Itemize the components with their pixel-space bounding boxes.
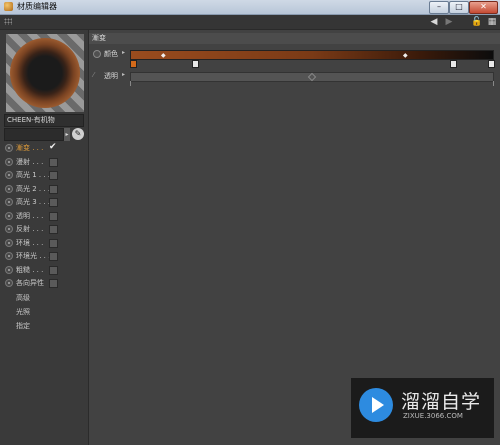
gradient-knot-icon[interactable]: ◆: [403, 52, 408, 59]
close-button[interactable]: ✕: [469, 1, 498, 14]
maximize-button[interactable]: □: [449, 1, 469, 14]
gradient-marker[interactable]: [130, 60, 137, 68]
channel-radio[interactable]: [5, 198, 13, 206]
title-bar: 材质编辑器 – □ ✕: [0, 0, 500, 15]
channel-checkbox[interactable]: [49, 279, 58, 288]
channel-radio[interactable]: [5, 265, 13, 274]
channel-label: 透明 . . .: [16, 211, 44, 220]
channel-radio[interactable]: [5, 211, 13, 220]
gradient-marker[interactable]: [488, 60, 495, 68]
back-arrow-icon[interactable]: ◀: [428, 16, 440, 28]
channel-ambient[interactable]: 环境光 . . .: [3, 250, 85, 262]
menu-item-assign[interactable]: 指定: [3, 320, 85, 332]
channel-checkbox[interactable]: [49, 265, 58, 275]
material-name[interactable]: CHEEN-有机物: [4, 114, 84, 127]
channel-checkbox[interactable]: [49, 211, 58, 221]
channel-radio[interactable]: [5, 252, 13, 260]
channel-radio[interactable]: [5, 238, 13, 247]
drag-grip-icon[interactable]: [4, 18, 12, 25]
transparency-icon: ⁄: [93, 71, 95, 79]
menu-item-label: 光照: [16, 308, 30, 316]
channel-specular-1[interactable]: 高光 1 . . .: [3, 169, 85, 181]
color-expand-arrow-icon[interactable]: ▸: [122, 49, 125, 56]
menu-item-label: 高级: [16, 294, 30, 302]
channel-environment[interactable]: 环境 . . .: [3, 237, 85, 249]
channel-reflection[interactable]: 反射 . . .: [3, 223, 85, 235]
transparency-expand-arrow-icon[interactable]: ▸: [122, 71, 125, 78]
transparency-label: 透明: [104, 72, 118, 80]
channel-label: 高光 2 . . .: [16, 184, 51, 193]
channel-checkbox[interactable]: [49, 238, 58, 248]
picker-icon[interactable]: ✎: [72, 128, 84, 140]
channel-radio[interactable]: [5, 144, 13, 152]
watermark: 溜溜自学 ZIXUE.3066.COM: [351, 378, 494, 438]
transparency-knot-icon[interactable]: [307, 72, 317, 82]
channel-label: 高光 1 . . .: [16, 171, 51, 179]
watermark-title: 溜溜自学: [401, 391, 482, 413]
channel-label: 环境 . . .: [16, 238, 44, 247]
channel-label: 高光 3 . . .: [16, 198, 51, 206]
window-title: 材质编辑器: [17, 2, 57, 11]
channel-radio[interactable]: [5, 157, 13, 166]
channel-transparency[interactable]: 透明 . . .: [3, 210, 85, 222]
expand-arrow-icon[interactable]: ▸: [64, 128, 70, 141]
channel-label: 漫射 . . .: [16, 157, 44, 166]
channel-label: 粗糙 . . .: [16, 265, 44, 274]
channel-label: 漸变 . . .: [16, 144, 44, 152]
channel-checkbox[interactable]: [49, 252, 58, 261]
channel-radio[interactable]: [5, 225, 13, 233]
color-radio[interactable]: [93, 50, 101, 58]
channel-anisotropy[interactable]: 各向异性: [3, 277, 85, 289]
section-title: 漸变: [89, 33, 500, 44]
channel-specular-3[interactable]: 高光 3 . . .: [3, 196, 85, 208]
channel-radio[interactable]: [5, 171, 13, 179]
material-preview[interactable]: [6, 34, 84, 112]
channel-specular-2[interactable]: 高光 2 . . .: [3, 183, 85, 195]
channel-checkbox[interactable]: [49, 157, 58, 167]
gradient-marker[interactable]: [192, 60, 199, 68]
unlock-icon[interactable]: 🔓: [471, 16, 483, 28]
play-logo-icon: [359, 388, 393, 422]
menu-item-advanced[interactable]: 高级: [3, 292, 85, 304]
watermark-url: ZIXUE.3066.COM: [403, 412, 463, 420]
channel-roughness[interactable]: 粗糙 . . .: [3, 264, 85, 276]
channel-label: 反射 . . .: [16, 225, 44, 233]
window-menu-icon[interactable]: ▦: [486, 16, 498, 28]
app-icon: [4, 2, 13, 11]
minimize-button[interactable]: –: [429, 1, 449, 14]
channel-checkbox[interactable]: [49, 225, 58, 234]
gradient-knot-icon[interactable]: ◆: [161, 52, 166, 59]
channel-radio[interactable]: [5, 184, 13, 193]
channel-checkbox[interactable]: [49, 171, 58, 180]
preview-sphere: [10, 38, 80, 108]
color-row: 颜色 ▸ ◆ ◆: [89, 48, 500, 60]
channel-checkbox[interactable]: [49, 184, 58, 194]
forward-arrow-icon[interactable]: ▶: [443, 16, 455, 28]
toolbar: ◀ ▶ 🔓 ▦: [0, 15, 500, 30]
channel-label: 环境光 . . .: [16, 252, 51, 260]
color-label: 颜色: [104, 50, 118, 58]
channel-checkbox[interactable]: [49, 198, 58, 207]
material-field[interactable]: [4, 128, 64, 141]
menu-item-label: 指定: [16, 322, 30, 330]
color-gradient-bar[interactable]: ◆ ◆: [130, 50, 494, 60]
channel-diffuse[interactable]: 漫射 . . .: [3, 156, 85, 168]
gradient-marker[interactable]: [450, 60, 457, 68]
checkmark-icon[interactable]: ✔: [49, 143, 57, 152]
channel-radio[interactable]: [5, 279, 13, 287]
channel-label: 各向异性: [16, 279, 44, 287]
transparency-range-ticks: [130, 81, 494, 86]
channel-gradient[interactable]: 漸变 . . . ✔: [3, 142, 85, 154]
left-panel: CHEEN-有机物 ▸ ✎ 漸变 . . . ✔ 漫射 . . . 高光 1 .…: [0, 30, 89, 445]
menu-item-lighting[interactable]: 光照: [3, 306, 85, 318]
